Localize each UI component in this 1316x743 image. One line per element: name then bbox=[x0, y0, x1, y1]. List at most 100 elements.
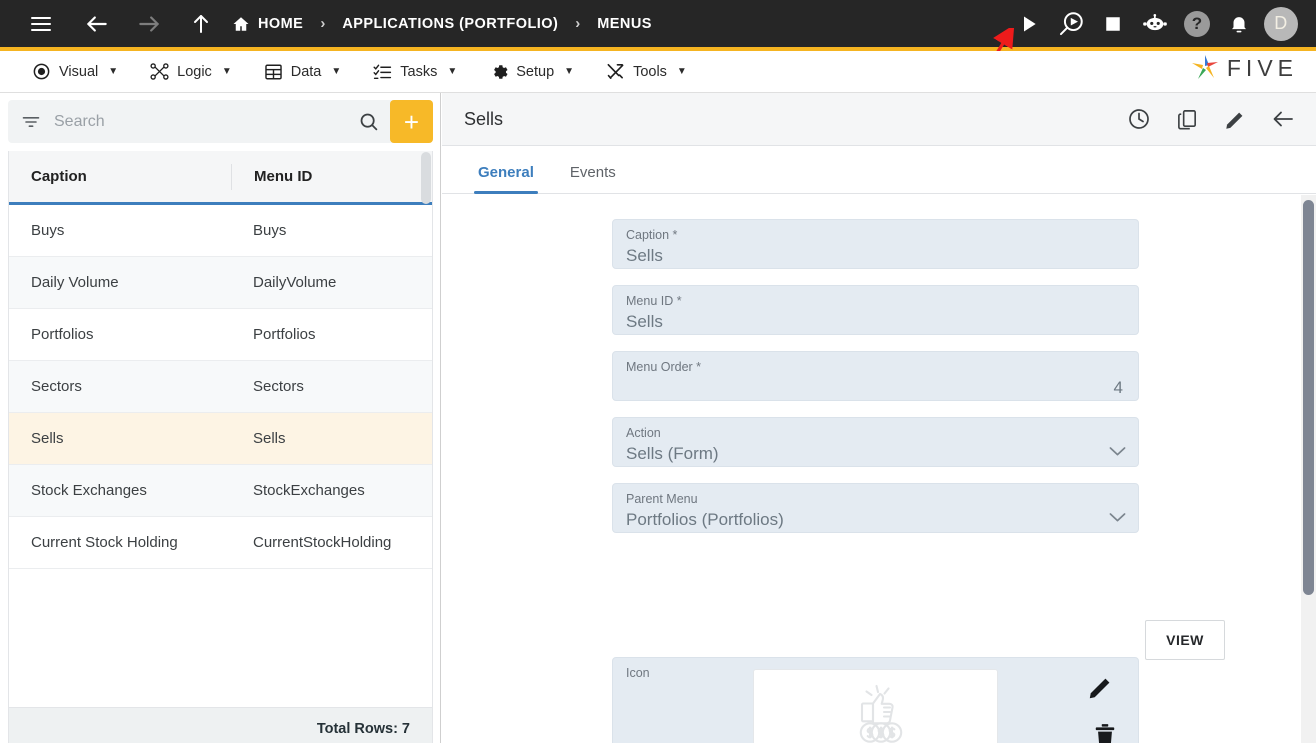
chevron-down-icon: ▼ bbox=[221, 66, 232, 77]
detail-scrollbar-thumb[interactable] bbox=[1303, 200, 1314, 595]
brand-logo: FIVE bbox=[1190, 54, 1298, 82]
cell-caption: Portfolios bbox=[31, 326, 94, 343]
field-label-action: Action bbox=[626, 426, 661, 440]
table-row[interactable]: Buys Buys bbox=[9, 205, 432, 257]
gear-icon bbox=[489, 62, 508, 81]
chevron-down-icon: ▼ bbox=[447, 66, 458, 77]
menu-label-tools: Tools bbox=[633, 63, 667, 80]
pencil-icon[interactable] bbox=[1214, 98, 1256, 140]
bell-icon[interactable] bbox=[1218, 3, 1260, 45]
detail-header: Sells bbox=[442, 93, 1316, 146]
chevron-down-icon: ▼ bbox=[331, 66, 342, 77]
records-grid: Caption Menu ID Buys Buys Daily Volume D… bbox=[8, 151, 433, 743]
home-icon bbox=[232, 15, 250, 33]
filter-icon[interactable] bbox=[14, 112, 48, 132]
field-value-parent-menu: Portfolios (Portfolios) bbox=[626, 510, 784, 529]
grid-scrollbar[interactable] bbox=[421, 152, 431, 204]
arrow-up-icon[interactable] bbox=[182, 5, 220, 43]
cell-menu-id: Buys bbox=[253, 222, 287, 239]
records-sidebar: + Caption Menu ID Buys Buys Daily Volume… bbox=[0, 93, 441, 743]
table-row[interactable]: Sectors Sectors bbox=[9, 361, 432, 413]
menu-item-logic[interactable]: Logic ▼ bbox=[134, 51, 248, 93]
field-parent-menu[interactable]: Parent Menu Portfolios (Portfolios) bbox=[612, 483, 1139, 533]
breadcrumb-item-menus[interactable]: MENUS bbox=[597, 0, 652, 47]
arrow-left-icon[interactable] bbox=[1262, 98, 1304, 140]
field-label-menu-order: Menu Order * bbox=[626, 360, 702, 374]
chevron-down-icon[interactable] bbox=[1109, 510, 1126, 528]
robot-icon[interactable] bbox=[1134, 3, 1176, 45]
cell-caption: Daily Volume bbox=[31, 274, 119, 291]
chevron-down-icon: ▼ bbox=[676, 66, 687, 77]
column-header-menu-id[interactable]: Menu ID bbox=[231, 163, 432, 190]
tab-events[interactable]: Events bbox=[552, 164, 634, 193]
view-button[interactable]: VIEW bbox=[1145, 620, 1225, 660]
breadcrumb-label-applications: APPLICATIONS (PORTFOLIO) bbox=[342, 15, 559, 32]
checklist-icon bbox=[373, 62, 392, 81]
chevron-down-icon: ▼ bbox=[564, 66, 575, 77]
breadcrumb-label-menus: MENUS bbox=[597, 15, 652, 32]
field-icon: Icon bbox=[612, 657, 1139, 743]
detail-scrollbar-track[interactable] bbox=[1301, 195, 1316, 743]
nodes-icon bbox=[150, 62, 169, 81]
breadcrumb-item-applications[interactable]: APPLICATIONS (PORTFOLIO) bbox=[342, 0, 558, 47]
menu-item-tools[interactable]: Tools ▼ bbox=[590, 51, 703, 93]
field-caption[interactable]: Caption * Sells bbox=[612, 219, 1139, 269]
field-menu-id[interactable]: Menu ID * Sells bbox=[612, 285, 1139, 335]
chevron-down-icon[interactable] bbox=[1109, 444, 1126, 462]
menu-label-logic: Logic bbox=[177, 63, 212, 80]
application-menu-bar: Visual ▼ Logic ▼ Data ▼ Tasks ▼ Setup ▼ … bbox=[0, 51, 1316, 93]
table-row-selected[interactable]: Sells Sells bbox=[9, 413, 432, 465]
question-mark-icon[interactable]: ? bbox=[1176, 3, 1218, 45]
field-label-menu-id: Menu ID * bbox=[626, 294, 682, 308]
table-icon bbox=[264, 62, 283, 81]
brand-name: FIVE bbox=[1226, 54, 1298, 81]
avatar[interactable]: D bbox=[1260, 3, 1302, 45]
detail-tabs: General Events bbox=[442, 146, 1316, 194]
field-menu-order[interactable]: Menu Order * 4 bbox=[612, 351, 1139, 401]
play-icon[interactable] bbox=[1008, 3, 1050, 45]
field-action[interactable]: Action Sells (Form) bbox=[612, 417, 1139, 467]
table-row[interactable]: Daily Volume DailyVolume bbox=[9, 257, 432, 309]
grid-body: Buys Buys Daily Volume DailyVolume Portf… bbox=[9, 205, 432, 736]
table-row[interactable]: Portfolios Portfolios bbox=[9, 309, 432, 361]
cell-menu-id: CurrentStockHolding bbox=[253, 534, 392, 551]
menu-label-data: Data bbox=[290, 63, 322, 80]
detail-form: Caption * Sells Menu ID * Sells Menu Ord… bbox=[442, 195, 1316, 743]
breadcrumb-item-home[interactable]: HOME bbox=[232, 0, 303, 47]
cell-menu-id: DailyVolume bbox=[253, 274, 337, 291]
icon-delete-button[interactable] bbox=[1094, 723, 1116, 743]
search-input[interactable] bbox=[48, 112, 348, 131]
cell-caption: Sells bbox=[31, 430, 64, 447]
arrow-left-icon[interactable] bbox=[78, 5, 116, 43]
tab-general[interactable]: General bbox=[460, 164, 552, 194]
column-header-caption[interactable]: Caption bbox=[9, 151, 231, 202]
grid-header-row: Caption Menu ID bbox=[9, 151, 432, 205]
icon-preview-box[interactable] bbox=[753, 669, 998, 743]
arrow-right-icon bbox=[130, 5, 168, 43]
hamburger-icon[interactable] bbox=[22, 5, 60, 43]
stop-square-icon[interactable] bbox=[1092, 3, 1134, 45]
clock-icon[interactable] bbox=[1118, 98, 1160, 140]
icon-edit-button[interactable] bbox=[1087, 673, 1115, 706]
field-value-menu-id: Sells bbox=[626, 312, 663, 331]
cell-menu-id: Sells bbox=[253, 430, 286, 447]
search-icon[interactable] bbox=[348, 111, 388, 132]
table-row[interactable]: Stock Exchanges StockExchanges bbox=[9, 465, 432, 517]
cell-menu-id: Portfolios bbox=[253, 326, 316, 343]
field-value-menu-order: 4 bbox=[1113, 378, 1123, 397]
five-star-icon bbox=[1191, 55, 1218, 79]
menu-item-setup[interactable]: Setup ▼ bbox=[473, 51, 590, 93]
menu-item-data[interactable]: Data ▼ bbox=[248, 51, 358, 93]
add-record-button[interactable]: + bbox=[390, 100, 433, 143]
menu-item-visual[interactable]: Visual ▼ bbox=[16, 51, 134, 93]
field-value-caption: Sells bbox=[626, 246, 663, 265]
detail-header-actions bbox=[1118, 98, 1304, 140]
thumbs-up-with-coins-icon bbox=[859, 684, 902, 743]
help-badge: ? bbox=[1184, 10, 1210, 37]
copy-icon[interactable] bbox=[1166, 98, 1208, 140]
cell-caption: Stock Exchanges bbox=[31, 482, 147, 499]
magnifier-play-icon[interactable] bbox=[1050, 3, 1092, 45]
menu-item-tasks[interactable]: Tasks ▼ bbox=[357, 51, 473, 93]
search-bar: + bbox=[8, 100, 433, 143]
table-row[interactable]: Current Stock Holding CurrentStockHoldin… bbox=[9, 517, 432, 569]
